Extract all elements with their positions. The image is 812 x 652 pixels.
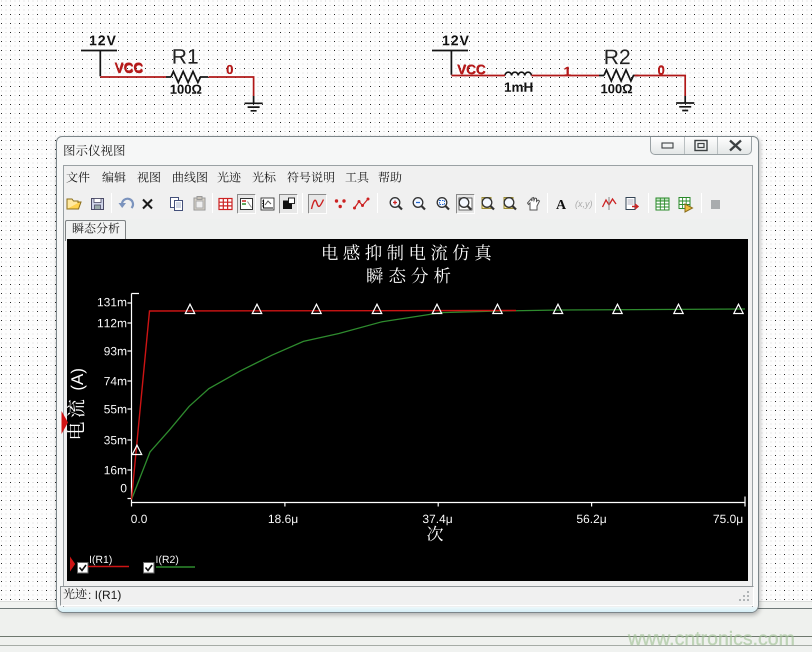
svg-text:A: A: [556, 198, 567, 213]
svg-text:(x,y): (x,y): [575, 199, 593, 209]
